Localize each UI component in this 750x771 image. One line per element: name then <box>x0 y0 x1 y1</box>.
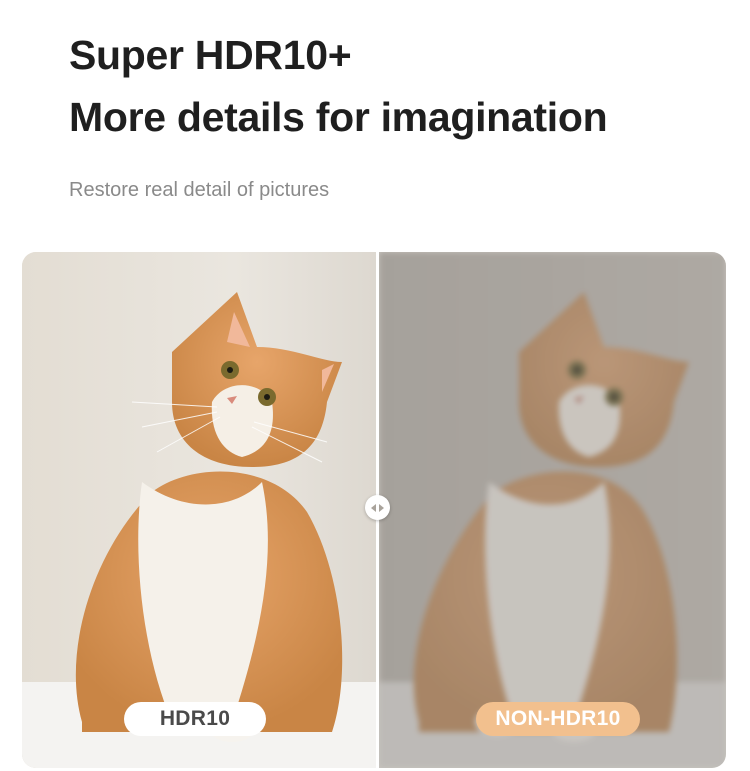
left-right-arrows-icon[interactable] <box>365 495 390 520</box>
hdr10-pane <box>22 252 376 768</box>
title-line-1: Super HDR10+ <box>69 32 352 78</box>
title-line-2: More details for imagination <box>69 94 608 140</box>
before-after-comparison: HDR10 NON-HDR10 <box>22 252 726 768</box>
non-hdr10-badge: NON-HDR10 <box>476 702 640 736</box>
hdr10-badge: HDR10 <box>124 702 266 736</box>
cat-photo-hdr10 <box>22 252 376 768</box>
dim-overlay <box>379 252 726 768</box>
page-subtitle: Restore real detail of pictures <box>69 179 330 201</box>
non-hdr10-pane <box>379 252 726 768</box>
page-title: Super HDR10+ More details for imaginatio… <box>69 24 608 148</box>
